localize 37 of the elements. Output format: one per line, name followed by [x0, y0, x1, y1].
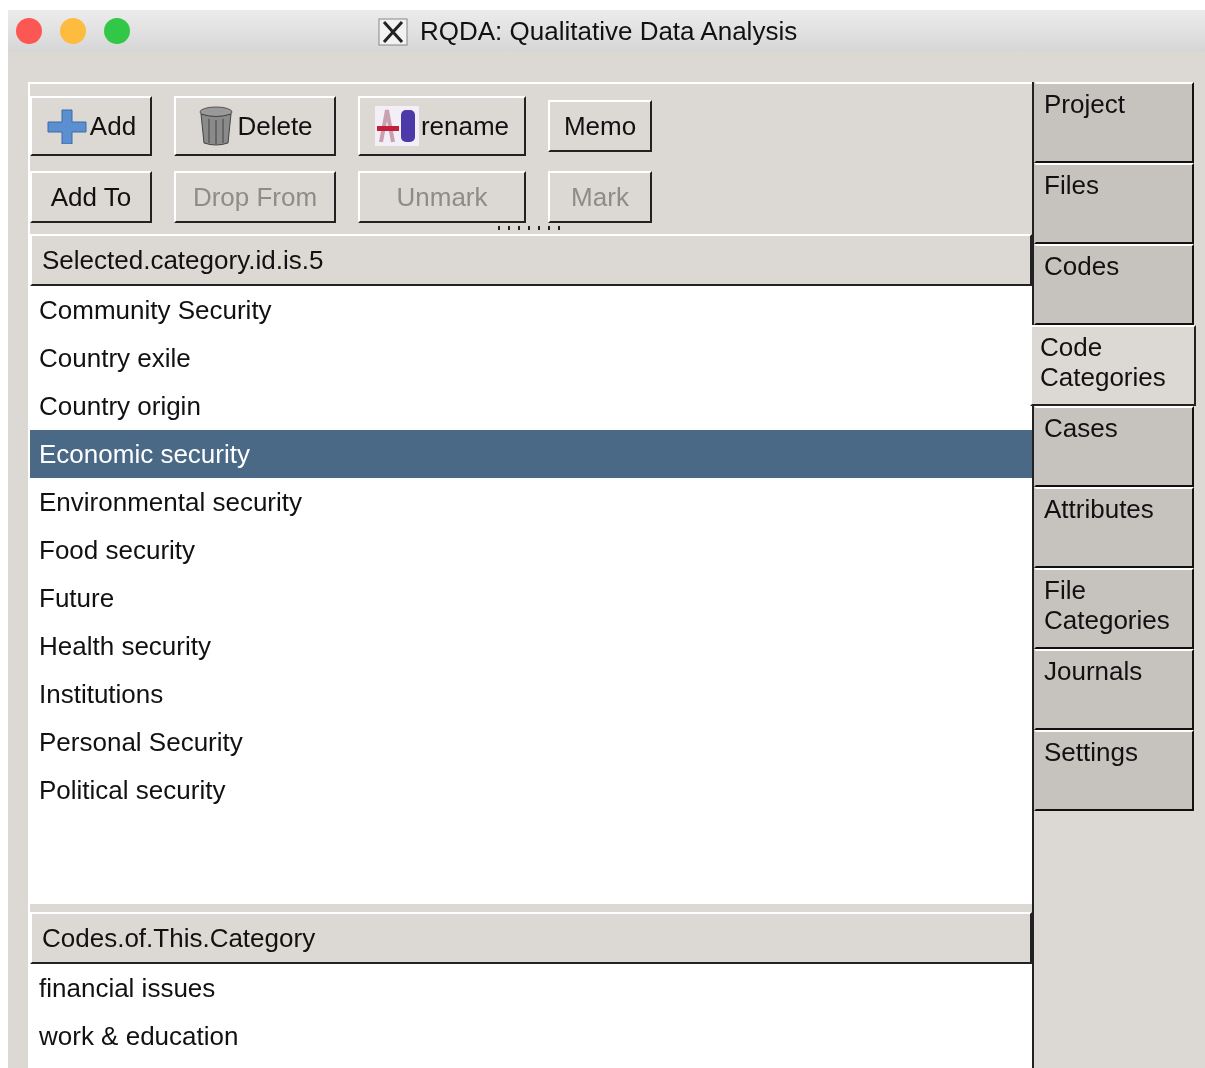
tab[interactable]: Journals — [1034, 649, 1194, 730]
list-item[interactable]: Future — [30, 574, 1032, 622]
list-item[interactable]: Country origin — [30, 382, 1032, 430]
tab[interactable]: Project — [1034, 82, 1194, 163]
close-button[interactable] — [16, 18, 42, 44]
plus-icon — [45, 108, 88, 144]
column-header[interactable]: Selected.category.id.is.5 — [30, 234, 1032, 286]
list-item[interactable]: financial issues — [30, 964, 1032, 1012]
tab[interactable]: Settings — [1034, 730, 1194, 811]
list-item[interactable]: Food security — [30, 526, 1032, 574]
list-item[interactable]: Political security — [30, 766, 1032, 814]
minimize-button[interactable] — [60, 18, 86, 44]
tab[interactable]: File Categories — [1034, 568, 1194, 649]
toolbar-button[interactable]: Delete — [174, 96, 336, 156]
list-item[interactable]: work & education — [30, 1012, 1032, 1060]
list-item[interactable]: Economic security — [30, 430, 1032, 478]
column-header[interactable]: Codes.of.This.Category — [30, 912, 1032, 964]
list-item[interactable]: Health security — [30, 622, 1032, 670]
app-icon — [378, 17, 408, 46]
toolbar-button[interactable]: Add — [30, 96, 152, 156]
list-item[interactable]: Country exile — [30, 334, 1032, 382]
tab[interactable]: Attributes — [1034, 487, 1194, 568]
tab[interactable]: Files — [1034, 163, 1194, 244]
toolbar-button[interactable]: rename — [358, 96, 526, 156]
window-title: RQDA: Qualitative Data Analysis — [420, 16, 798, 47]
tab[interactable]: Cases — [1034, 406, 1194, 487]
list-item[interactable]: Institutions — [30, 670, 1032, 718]
tab[interactable]: Codes — [1034, 244, 1194, 325]
rename-icon — [374, 106, 419, 146]
zoom-button[interactable] — [104, 18, 130, 44]
list-item[interactable]: Community Security — [30, 286, 1032, 334]
toolbar-button[interactable]: Add To — [30, 171, 152, 223]
list-item[interactable]: Personal Security — [30, 718, 1032, 766]
list-item[interactable]: Environmental security — [30, 478, 1032, 526]
toolbar-button[interactable]: Memo — [548, 100, 652, 152]
trash-can-icon — [197, 105, 236, 147]
tab[interactable]: Code Categories — [1030, 325, 1196, 406]
